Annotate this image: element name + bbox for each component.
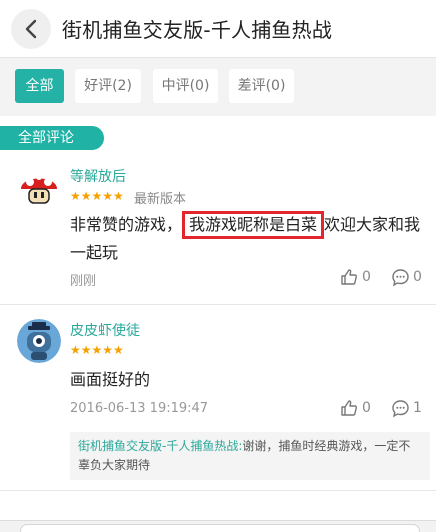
comment-text-part: 非常赞的游戏， (70, 215, 183, 234)
page-title: 街机捕鱼交友版-千人捕鱼热战 (62, 18, 333, 42)
comment-input[interactable] (20, 524, 420, 532)
reply-count: 1 (413, 400, 422, 416)
filter-positive-tab[interactable]: 好评(2) (75, 69, 141, 103)
like-button[interactable]: 0 (340, 268, 376, 288)
comment-username[interactable]: 皮皮虾使徒 (70, 320, 140, 340)
like-count: 0 (362, 269, 371, 285)
reply-button[interactable]: 0 (391, 268, 427, 288)
thumbs-up-icon (341, 269, 357, 285)
header-bar: 街机捕鱼交友版-千人捕鱼热战 (0, 0, 436, 58)
back-icon (25, 19, 37, 39)
comment-divider (0, 490, 436, 491)
reply-author[interactable]: 街机捕鱼交友版-千人捕鱼热战: (78, 439, 242, 453)
section-label: 全部评论 (0, 126, 104, 150)
filter-all-tab[interactable]: 全部 (15, 69, 64, 103)
thumbs-up-icon (341, 400, 357, 416)
like-count: 0 (362, 400, 371, 416)
mushroom-avatar[interactable] (17, 165, 61, 209)
comment-time: 2016-06-13 19:19:47 (70, 401, 209, 416)
like-button[interactable]: 0 (340, 399, 376, 419)
filter-neutral-tab[interactable]: 中评(0) (153, 69, 218, 103)
comment-text: 非常赞的游戏， 我游戏昵称是白菜 欢迎大家和我一起玩 (70, 211, 426, 266)
developer-reply: 街机捕鱼交友版-千人捕鱼热战:谢谢，捕鱼时经典游戏，一定不辜负大家期待 (70, 432, 430, 480)
filter-bar: 全部 好评(2) 中评(0) 差评(0) (0, 58, 436, 116)
rating-stars: ★★★★★ (70, 343, 124, 357)
robot-avatar[interactable] (17, 319, 61, 363)
version-label: 最新版本 (134, 192, 187, 207)
comment-text: 画面挺好的 (70, 370, 151, 389)
reply-button[interactable]: 1 (391, 399, 427, 419)
comment-icon (392, 400, 409, 418)
back-button[interactable] (11, 9, 51, 49)
filter-negative-tab[interactable]: 差评(0) (229, 69, 294, 103)
highlighted-nickname: 我游戏昵称是白菜 (182, 211, 325, 239)
comment-username[interactable]: 等解放后 (70, 166, 126, 186)
comment-time: 刚刚 (70, 274, 97, 289)
comment-divider (0, 304, 436, 305)
reply-count: 0 (413, 269, 422, 285)
comment-icon (392, 269, 409, 287)
rating-stars: ★★★★★ (70, 189, 124, 203)
